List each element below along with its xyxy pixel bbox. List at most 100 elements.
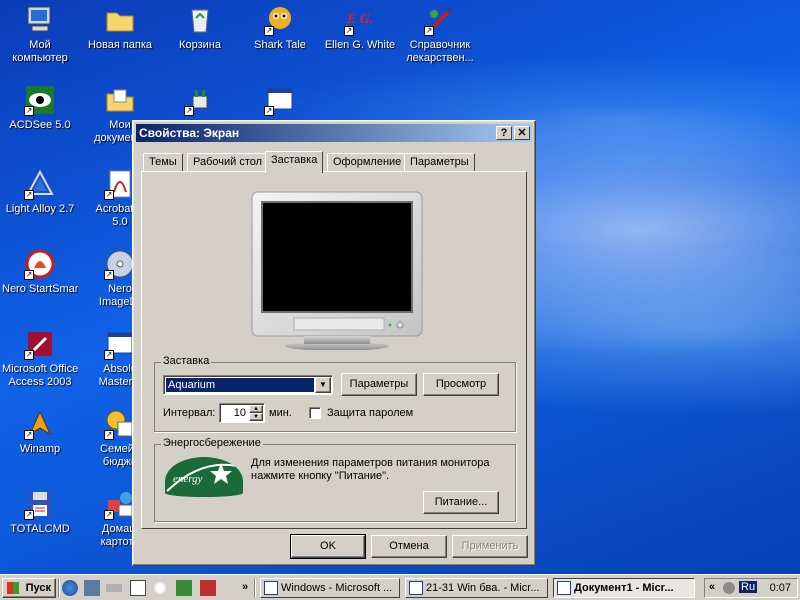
icon-label: Access 2003 (8, 376, 72, 388)
interval-value: 10 (233, 407, 246, 419)
screensaver-group-label: Заставка (161, 355, 212, 367)
eye-icon: ↗ (24, 84, 56, 116)
calculator-icon[interactable] (130, 580, 146, 596)
help-button[interactable]: ? (496, 126, 512, 140)
plug-icon: ↗ (184, 84, 216, 116)
desktop-icon-new-folder[interactable]: Новая папка (82, 4, 158, 52)
ie-icon[interactable] (62, 580, 78, 596)
egw-logo-icon: E G. ↗ (344, 12, 374, 36)
interval-input[interactable]: 10 ▲ ▼ (219, 403, 265, 423)
desktop-icon-plug[interactable]: ↗ (162, 84, 238, 119)
start-button[interactable]: Пуск (2, 578, 56, 598)
shortcut-arrow-icon: ↗ (344, 26, 354, 36)
shortcut-arrow-icon: ↗ (104, 270, 114, 280)
task-button-document1[interactable]: Документ1 - Micr... (553, 578, 695, 598)
icon-label: Ellen G. White (324, 39, 396, 51)
desktop-icon-my-computer[interactable]: Мой компьютер (2, 4, 78, 65)
tab-desktop[interactable]: Рабочий стол (187, 153, 269, 171)
desktop-icon-recycle-bin[interactable]: Корзина (162, 4, 238, 52)
ok-button[interactable]: OK (290, 534, 366, 559)
window-icon: ↗ (264, 84, 296, 116)
icon-label: Light Alloy 2.7 (5, 203, 75, 215)
tab-themes[interactable]: Темы (143, 153, 183, 171)
tab-settings[interactable]: Параметры (404, 153, 475, 171)
screensaver-panel: Заставка Aquarium ▼ Параметры Просмотр И… (141, 171, 527, 529)
word-icon (409, 581, 423, 595)
nero-icon: ↗ (24, 248, 56, 280)
chevron-down-icon[interactable]: ▼ (315, 377, 331, 393)
spinner-up-icon[interactable]: ▲ (249, 405, 263, 413)
taskbar: Пуск » Windows - Microsoft ... 21-31 Win… (0, 574, 800, 600)
power-button[interactable]: Питание... (423, 491, 499, 514)
desktop-icon-shark-tale[interactable]: ↗ Shark Tale (242, 4, 318, 52)
desktop-icon-nero-startsmart[interactable]: ↗ Nero StartSmart (2, 248, 78, 296)
floppy-icon[interactable] (200, 580, 216, 596)
desktop-icon-ms-access[interactable]: ↗ Microsoft Office Access 2003 (2, 328, 78, 389)
desktop-icon-light-alloy[interactable]: ↗ Light Alloy 2.7 (2, 168, 78, 216)
language-indicator[interactable]: Ru (739, 581, 758, 593)
desktop-icon-drug-reference[interactable]: ↗ Справочник лекарствен... (402, 4, 478, 65)
floppy-icon: ↗ (24, 488, 56, 520)
windows-logo-icon (7, 582, 19, 594)
word-icon (264, 581, 278, 595)
screensaver-selected-value: Aquarium (166, 378, 314, 392)
tray-chevron[interactable]: « (709, 581, 715, 593)
shortcut-arrow-icon: ↗ (264, 26, 274, 36)
icon-label: Мой (29, 39, 51, 51)
drive-icon[interactable] (106, 584, 122, 592)
recycle-bin-icon (184, 4, 216, 36)
icon-label: Shark Tale (254, 39, 306, 51)
icon-label: Справочник (409, 39, 471, 51)
password-checkbox[interactable] (309, 407, 321, 419)
shortcut-arrow-icon: ↗ (24, 350, 34, 360)
dialog-titlebar[interactable]: Свойства: Экран ? ✕ (136, 124, 532, 142)
shortcut-arrow-icon: ↗ (24, 270, 34, 280)
chart-icon[interactable] (176, 580, 192, 596)
task-button-windows[interactable]: Windows - Microsoft ... (260, 578, 400, 598)
close-icon: ✕ (517, 127, 527, 139)
monitor-preview (244, 190, 430, 351)
task-button-21-31[interactable]: 21-31 Win бва. - Micr... (405, 578, 548, 598)
desktop-icon-acdsee[interactable]: ↗ ACDSee 5.0 (2, 84, 78, 132)
desktop-icon-totalcmd[interactable]: ↗ TOTALCMD (2, 488, 78, 536)
apply-button[interactable]: Применить (452, 535, 528, 558)
fish-icon: ↗ (264, 4, 296, 36)
close-button[interactable]: ✕ (514, 126, 530, 140)
icon-label: компьютер (12, 52, 68, 64)
power-description: Для изменения параметров питания монитор… (251, 457, 490, 482)
icon-label: Nero StartSmart (2, 283, 78, 295)
volume-icon[interactable] (723, 582, 735, 594)
icon-label: Корзина (179, 39, 221, 51)
screensaver-preview-button[interactable]: Просмотр (423, 373, 499, 396)
media-icon[interactable] (152, 580, 168, 596)
desktop-icon-ellen-white[interactable]: E G. ↗ Ellen G. White (322, 4, 398, 52)
tab-screensaver[interactable]: Заставка (265, 151, 324, 173)
screensaver-group: Заставка Aquarium ▼ Параметры Просмотр И… (154, 355, 516, 432)
icon-label: ACDSee 5.0 (9, 119, 71, 131)
shortcut-arrow-icon: ↗ (104, 430, 114, 440)
clock[interactable]: 0:07 (770, 582, 791, 594)
tab-appearance[interactable]: Оформление (327, 153, 408, 171)
desktop-icon-winamp[interactable]: ↗ Winamp (2, 408, 78, 456)
shortcut-arrow-icon: ↗ (264, 106, 274, 116)
shortcut-arrow-icon: ↗ (424, 26, 434, 36)
network-icon[interactable] (84, 580, 100, 596)
quicklaunch-chevron-icon[interactable]: » (242, 581, 248, 593)
shortcut-arrow-icon: ↗ (104, 350, 114, 360)
screensaver-select[interactable]: Aquarium ▼ (163, 375, 333, 395)
shortcut-arrow-icon: ↗ (24, 106, 34, 116)
cancel-button[interactable]: Отмена (371, 535, 447, 558)
system-tray: « Ru 0:07 (704, 578, 798, 598)
screensaver-settings-button[interactable]: Параметры (341, 373, 417, 396)
documents-folder-icon (104, 84, 136, 116)
icon-label: Winamp (19, 443, 61, 455)
icon-label: TOTALCMD (10, 523, 70, 535)
shortcut-arrow-icon: ↗ (104, 510, 114, 520)
desktop-icon-window[interactable]: ↗ (242, 84, 318, 119)
word-icon (557, 581, 571, 595)
spinner-down-icon[interactable]: ▼ (249, 413, 263, 421)
light-alloy-icon: ↗ (24, 168, 56, 200)
syringe-icon: ↗ (424, 4, 456, 36)
interval-unit: мин. (269, 407, 292, 419)
shortcut-arrow-icon: ↗ (24, 430, 34, 440)
